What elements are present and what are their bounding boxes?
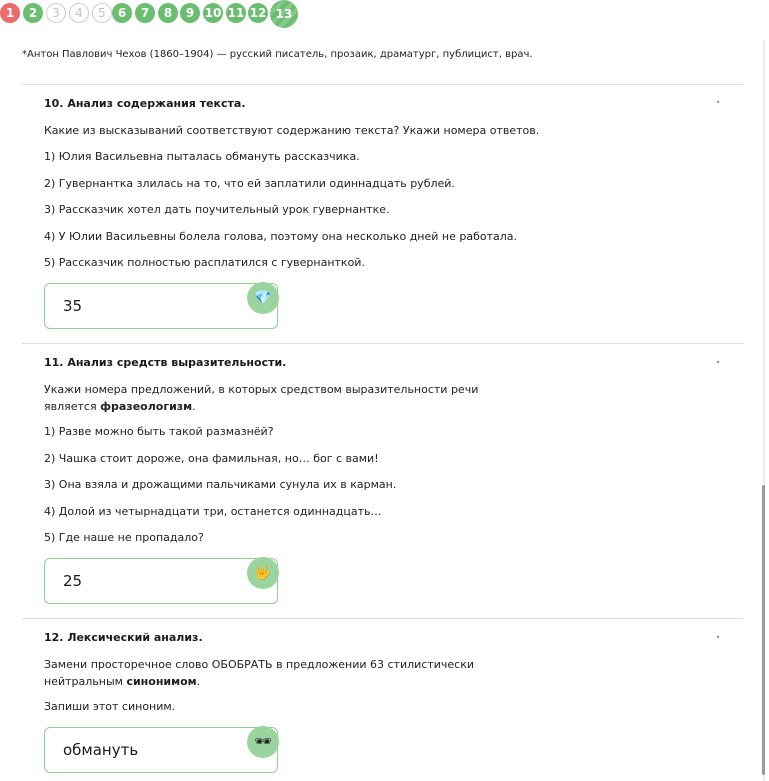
q12-title: 12. Лексический анализ.: [44, 631, 203, 644]
q10-prompt: Какие из высказываний соответствуют соде…: [44, 124, 540, 137]
q10-option-5: 5) Рассказчик полностью расплатился с гу…: [44, 256, 365, 269]
step-9[interactable]: 9: [180, 3, 200, 23]
q11-answer-value: 25: [63, 572, 83, 590]
step-1[interactable]: 1: [0, 3, 20, 23]
q11-prompt-line1: Укажи номера предложений, в которых сред…: [44, 383, 479, 396]
step-3[interactable]: 3: [46, 3, 66, 23]
step-11[interactable]: 11: [226, 3, 246, 23]
q10-answer-value: 35: [63, 297, 83, 315]
q11-option-3: 3) Она взяла и дрожащими пальчиками суну…: [44, 478, 397, 491]
divider: [22, 618, 743, 619]
q11-option-5: 5) Где наше не пропадало?: [44, 531, 204, 544]
step-13-current[interactable]: 13: [270, 0, 298, 28]
q10-option-4: 4) У Юлии Васильевны болела голова, поэт…: [44, 230, 518, 243]
chevron-up-icon[interactable]: ˄: [712, 635, 724, 647]
step-10[interactable]: 10: [203, 3, 223, 23]
step-8[interactable]: 8: [158, 3, 178, 23]
q12-instruction: Запиши этот синоним.: [44, 700, 176, 713]
step-6[interactable]: 6: [112, 3, 132, 23]
scrollbar-thumb[interactable]: [762, 485, 765, 775]
rock-hand-icon: 🤟: [247, 557, 279, 589]
q11-option-2: 2) Чашка стоит дороже, она фамильная, но…: [44, 452, 379, 465]
q12-prompt-bold: синонимом: [126, 675, 197, 688]
q12-prompt-line1: Замени просторечное слово ОБОБРАТЬ в пре…: [44, 658, 475, 671]
q10-option-3: 3) Рассказчик хотел дать поучительный ур…: [44, 203, 390, 216]
q11-prompt-bold: фразеологизм: [100, 400, 193, 413]
chevron-up-icon[interactable]: ˄: [712, 360, 724, 372]
step-2[interactable]: 2: [23, 3, 43, 23]
q11-option-1: 1) Разве можно быть такой размазнёй?: [44, 425, 274, 438]
step-5[interactable]: 5: [92, 3, 112, 23]
q10-option-1: 1) Юлия Васильевна пыталась обмануть рас…: [44, 150, 360, 163]
q11-prompt-line2: является фразеологизм.: [44, 400, 196, 413]
sunglasses-icon: 🕶: [247, 726, 279, 758]
chevron-up-icon[interactable]: ˄: [712, 100, 724, 112]
q10-title: 10. Анализ содержания текста.: [44, 97, 246, 110]
q11-title: 11. Анализ средств выразительности.: [44, 356, 287, 369]
q12-answer-field[interactable]: обмануть 🕶: [44, 726, 279, 773]
q11-option-4: 4) Долой из четырнадцати три, останется …: [44, 505, 382, 518]
q10-answer-field[interactable]: 35 💎: [44, 282, 279, 329]
divider: [22, 343, 743, 344]
step-4[interactable]: 4: [69, 3, 89, 23]
q11-answer-field[interactable]: 25 🤟: [44, 557, 279, 604]
step-12[interactable]: 12: [248, 3, 268, 23]
q12-answer-value: обмануть: [63, 741, 139, 759]
q10-option-2: 2) Гувернантка злилась на то, что ей зап…: [44, 177, 455, 190]
diamond-icon: 💎: [247, 282, 279, 314]
q12-prompt-line2: нейтральным синонимом.: [44, 675, 201, 688]
step-7[interactable]: 7: [135, 3, 155, 23]
divider: [22, 84, 743, 85]
footnote: *Антон Павлович Чехов (1860–1904) — русс…: [22, 49, 533, 60]
